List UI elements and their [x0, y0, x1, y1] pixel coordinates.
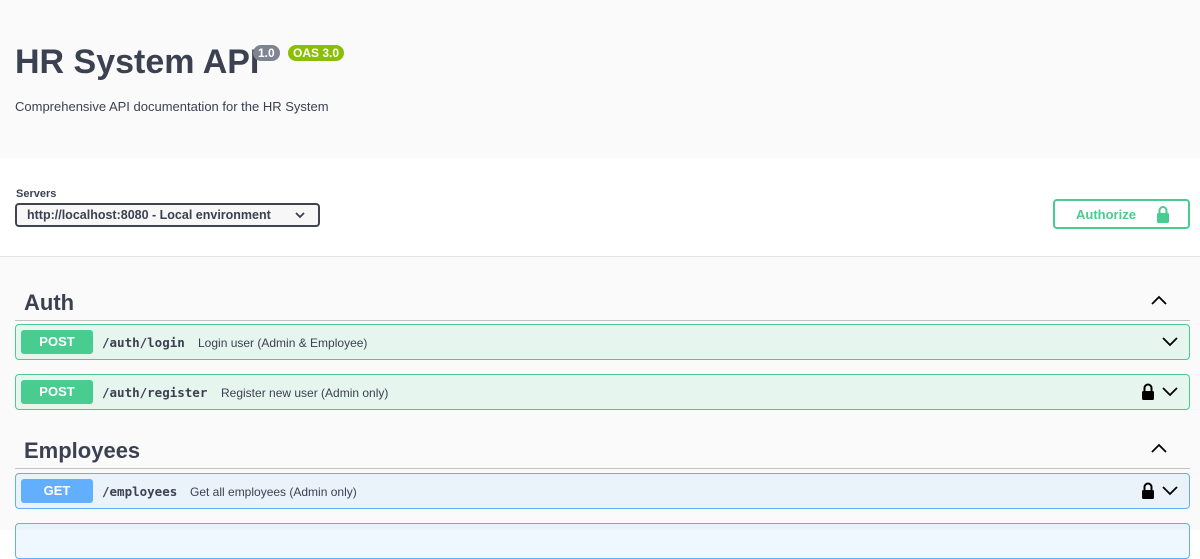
- server-select[interactable]: http://localhost:8080 - Local environmen…: [15, 203, 320, 227]
- servers-label: Servers: [16, 188, 57, 200]
- operation-post-auth-login[interactable]: POST /auth/login Login user (Admin & Emp…: [15, 324, 1190, 360]
- chevron-down-icon[interactable]: [1161, 386, 1179, 398]
- operation-path: /auth/login: [102, 335, 185, 350]
- operation-summary: Get all employees (Admin only): [190, 485, 357, 499]
- operations-list: Auth POST /auth/login Login user (Admin …: [0, 257, 1200, 559]
- operation-path: /employees: [102, 484, 178, 499]
- lock-icon[interactable]: [1141, 383, 1155, 400]
- operation-summary: Register new user (Admin only): [221, 386, 389, 400]
- chevron-up-icon[interactable]: [1150, 294, 1168, 306]
- api-info-header: HR System API 1.0 OAS 3.0 Comprehensive …: [0, 0, 1200, 158]
- scheme-container: Servers http://localhost:8080 - Local en…: [0, 158, 1200, 257]
- authorize-label: Authorize: [1076, 207, 1136, 222]
- operation-get-employees[interactable]: GET /employees Get all employees (Admin …: [15, 473, 1190, 509]
- chevron-down-icon[interactable]: [1161, 336, 1179, 348]
- oas-badge: OAS 3.0: [288, 45, 345, 61]
- authorize-button[interactable]: Authorize: [1053, 199, 1190, 229]
- method-badge: GET: [21, 479, 93, 503]
- tag-section-auth[interactable]: Auth: [15, 280, 1190, 321]
- method-badge: POST: [21, 380, 93, 404]
- tag-name: Employees: [24, 438, 141, 463]
- operation-partial[interactable]: [15, 523, 1190, 559]
- method-badge: POST: [21, 330, 93, 354]
- tag-section-employees[interactable]: Employees: [15, 428, 1190, 469]
- chevron-down-icon: [295, 212, 305, 219]
- operation-post-auth-register[interactable]: POST /auth/register Register new user (A…: [15, 374, 1190, 410]
- unlocked-icon: [1157, 206, 1169, 223]
- operation-path: /auth/register: [102, 385, 208, 400]
- api-title: HR System API: [15, 43, 260, 81]
- chevron-down-icon[interactable]: [1161, 485, 1179, 497]
- operation-summary: Login user (Admin & Employee): [198, 336, 368, 350]
- version-badge: 1.0: [253, 45, 280, 61]
- tag-name: Auth: [24, 290, 75, 315]
- chevron-up-icon[interactable]: [1150, 442, 1168, 454]
- server-selected-value: http://localhost:8080 - Local environmen…: [27, 208, 271, 222]
- lock-icon[interactable]: [1141, 482, 1155, 499]
- api-description: Comprehensive API documentation for the …: [15, 99, 329, 114]
